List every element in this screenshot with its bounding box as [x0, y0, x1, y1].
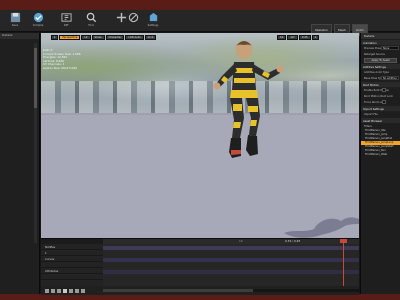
stat-line: Approx Size: 68x47x180	[43, 65, 78, 70]
perspective-button[interactable]: Perspective	[59, 35, 81, 40]
step-forward-icon[interactable]	[69, 288, 73, 293]
loop-icon[interactable]	[81, 288, 85, 293]
play-icon[interactable]	[63, 288, 67, 293]
left-scrollbar[interactable]	[34, 43, 37, 243]
timeline-scrollbar[interactable]	[103, 289, 359, 292]
character-shadow	[284, 217, 359, 238]
main-toolbar: Save Compile Diff Find Settings Skeleton…	[0, 10, 400, 36]
scale-snap-button[interactable]: 0.25	[298, 35, 311, 40]
search-icon	[86, 12, 96, 23]
skip-start-icon[interactable]	[45, 288, 49, 293]
track-bar	[103, 246, 359, 250]
rotate-snap-button[interactable]: 10°	[287, 35, 298, 40]
track-bar	[103, 270, 359, 274]
scrollbar-thumb[interactable]	[34, 48, 37, 108]
settings-icon	[149, 12, 157, 22]
character-button[interactable]: Character	[105, 35, 125, 40]
cancel-tool-button[interactable]	[122, 12, 144, 31]
timeline-scroll-thumb[interactable]	[103, 289, 253, 292]
compile-button[interactable]: Compile	[27, 12, 49, 31]
timeline-track-list: Notifies 1 Curves Attributes	[41, 244, 103, 286]
save-button[interactable]: Save	[4, 12, 26, 31]
filters-button[interactable]: Filters	[364, 125, 372, 128]
step-back-icon[interactable]	[51, 288, 55, 293]
settings-button[interactable]: Settings	[142, 12, 164, 31]
diff-button[interactable]: Diff	[55, 12, 77, 31]
row-retarget: Retarget Source	[364, 52, 385, 56]
track-empty-2	[41, 274, 103, 280]
lit-button[interactable]: Lit	[81, 35, 91, 40]
speed-button[interactable]: x1.0	[144, 35, 157, 40]
viewport[interactable]: ▾ Perspective Lit Show Character LOD Aut…	[41, 33, 359, 238]
viewport-stats: LOD: 0 Current Screen Size: 1.096 Triang…	[43, 48, 81, 71]
save-icon	[10, 12, 20, 23]
show-button[interactable]: Show	[91, 35, 105, 40]
viewport-menu-button[interactable]: ▾	[51, 35, 59, 40]
camera-speed-button[interactable]: 4	[311, 35, 320, 40]
row-base-pose: Base Pose Type No additive	[361, 75, 400, 81]
track-bar	[103, 258, 359, 262]
background-cars	[41, 81, 359, 115]
timeline-track-area[interactable]	[103, 244, 359, 286]
play-reverse-icon[interactable]	[57, 288, 61, 293]
force-root-lock-checkbox[interactable]	[382, 100, 386, 104]
diff-icon	[60, 13, 72, 22]
enable-root-motion-checkbox[interactable]	[382, 88, 386, 92]
row-force-root: Force Root Lock	[364, 100, 386, 104]
viewport-toolbar: ▾ Perspective Lit Show Character LOD Aut…	[51, 35, 157, 40]
row-filters: Filters	[361, 123, 400, 129]
character-mesh[interactable]	[206, 38, 286, 188]
timeline-panel: Notifies 1 Curves Attributes 0.32 / 0.93…	[41, 238, 359, 295]
row-import-file: Import File	[364, 112, 378, 116]
lod-button[interactable]: LOD Auto	[125, 35, 144, 40]
asset-list-item[interactable]: ThirdPerson_Walk	[361, 153, 400, 157]
asset-list: ThirdPerson_Idle ThirdPerson_Jump ThirdPer…	[361, 129, 400, 157]
frame-label: 10	[239, 239, 243, 243]
playhead[interactable]	[343, 239, 344, 286]
compile-icon	[33, 12, 43, 23]
additive-type-field[interactable]: No additive	[381, 76, 399, 80]
preview-pose-field[interactable]: None	[381, 46, 399, 50]
find-button[interactable]: Find	[80, 12, 102, 31]
left-panel-title: Details	[0, 33, 39, 39]
no-icon	[128, 12, 138, 23]
details-panel: Details Animation Preview Pose None Reta…	[360, 33, 400, 294]
time-readout: 0.32 / 0.93	[285, 239, 301, 243]
left-panel: Details	[0, 33, 40, 294]
details-title: Details	[361, 33, 400, 39]
apply-to-asset-button[interactable]: Apply To Asset	[364, 58, 397, 63]
skip-end-icon[interactable]	[75, 288, 79, 293]
